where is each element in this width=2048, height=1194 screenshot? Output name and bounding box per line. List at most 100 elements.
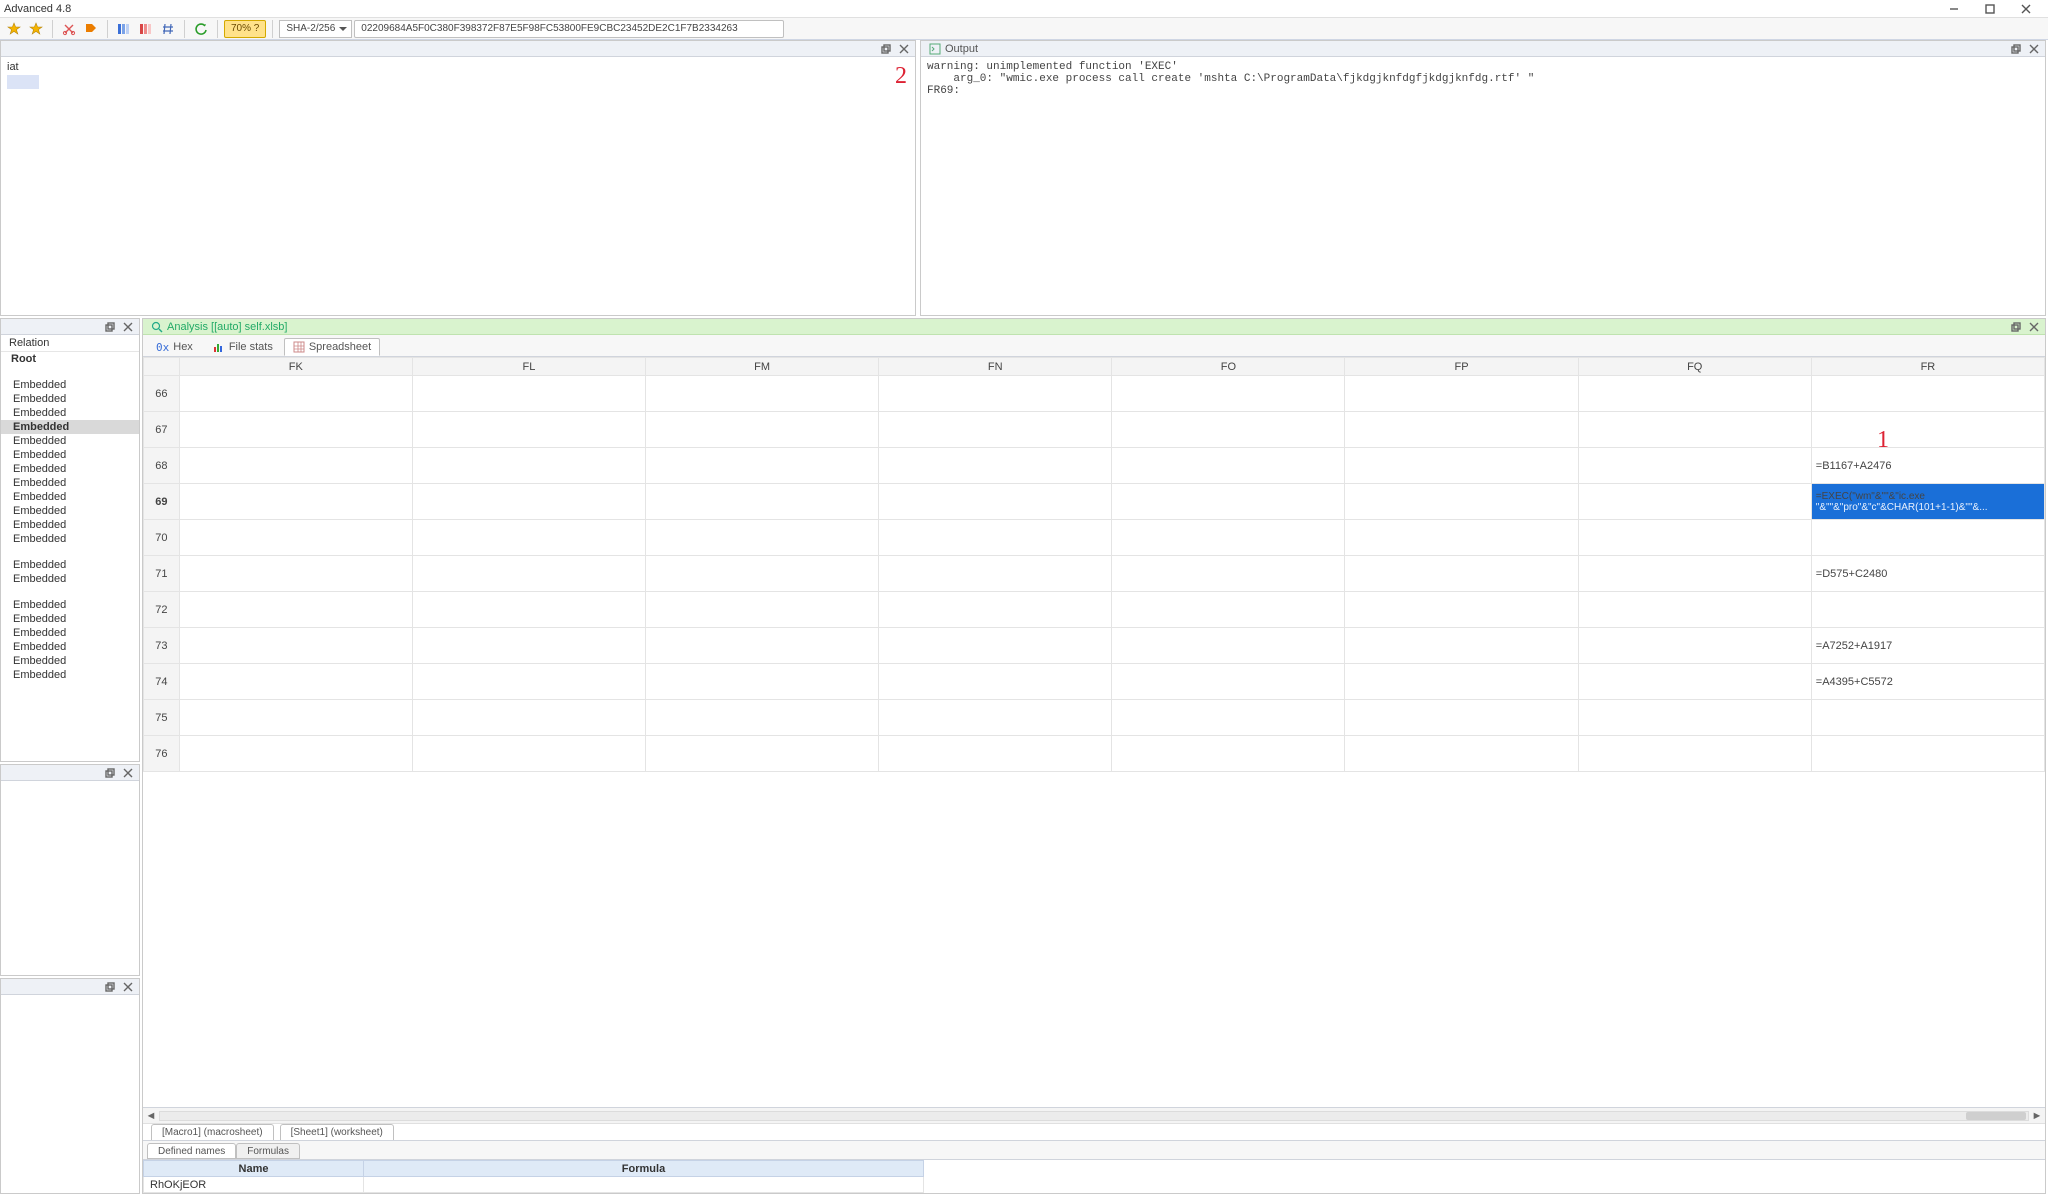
- cell[interactable]: [879, 376, 1112, 412]
- tree-item-embedded[interactable]: Embedded: [1, 518, 139, 532]
- cell[interactable]: [1345, 520, 1578, 556]
- tree-item-embedded[interactable]: Embedded: [1, 448, 139, 462]
- minimize-button[interactable]: [1942, 2, 1966, 16]
- defined-name-cell[interactable]: RhOKjEOR: [144, 1177, 364, 1193]
- cell[interactable]: [179, 736, 412, 772]
- cell[interactable]: [1112, 484, 1345, 520]
- cell[interactable]: [1345, 412, 1578, 448]
- cell[interactable]: [1112, 628, 1345, 664]
- cell[interactable]: [646, 736, 879, 772]
- column-header[interactable]: FL: [412, 358, 645, 376]
- undock-icon[interactable]: [2009, 43, 2023, 55]
- cell[interactable]: [1345, 736, 1578, 772]
- row-header[interactable]: 76: [144, 736, 180, 772]
- cell[interactable]: [1345, 592, 1578, 628]
- tab-defined-names[interactable]: Defined names: [147, 1143, 236, 1159]
- cell[interactable]: [646, 556, 879, 592]
- tree-item-embedded[interactable]: Embedded: [1, 476, 139, 490]
- cell[interactable]: [646, 484, 879, 520]
- tree-item-embedded[interactable]: Embedded: [1, 420, 139, 434]
- scroll-thumb[interactable]: [1966, 1112, 2026, 1120]
- cell[interactable]: [1112, 520, 1345, 556]
- row-header[interactable]: 71: [144, 556, 180, 592]
- star-icon[interactable]: [4, 20, 24, 38]
- undock-icon[interactable]: [103, 321, 117, 333]
- spreadsheet-grid[interactable]: 1 FKFLFMFNFOFPFQFR 666768=B1167+A247669=…: [143, 357, 2045, 1107]
- undock-icon[interactable]: [103, 981, 117, 993]
- cell[interactable]: [1578, 664, 1811, 700]
- cut-icon[interactable]: [59, 20, 79, 38]
- column-header[interactable]: FN: [879, 358, 1112, 376]
- cell[interactable]: [1578, 736, 1811, 772]
- cell[interactable]: [879, 448, 1112, 484]
- cell[interactable]: [412, 448, 645, 484]
- row-header[interactable]: 69: [144, 484, 180, 520]
- cell[interactable]: [1112, 592, 1345, 628]
- row-header[interactable]: 68: [144, 448, 180, 484]
- cell[interactable]: [412, 592, 645, 628]
- cell[interactable]: [1578, 592, 1811, 628]
- row-header[interactable]: 72: [144, 592, 180, 628]
- cell[interactable]: [179, 484, 412, 520]
- cell[interactable]: [179, 664, 412, 700]
- tab-formulas[interactable]: Formulas: [236, 1143, 300, 1159]
- undock-icon[interactable]: [879, 43, 893, 55]
- tree-item-embedded[interactable]: Embedded: [1, 434, 139, 448]
- cell[interactable]: [179, 448, 412, 484]
- column-header[interactable]: FM: [646, 358, 879, 376]
- cell[interactable]: [646, 664, 879, 700]
- tree-item-embedded[interactable]: Embedded: [1, 392, 139, 406]
- cell[interactable]: [646, 592, 879, 628]
- tree-item-embedded[interactable]: Embedded: [1, 654, 139, 668]
- cell[interactable]: [1811, 412, 2044, 448]
- close-button[interactable]: [2014, 2, 2038, 16]
- cell[interactable]: [646, 700, 879, 736]
- cell[interactable]: [1811, 520, 2044, 556]
- cell[interactable]: [412, 700, 645, 736]
- row-header[interactable]: 73: [144, 628, 180, 664]
- tab-hex[interactable]: 0x Hex: [147, 338, 202, 356]
- entropy-indicator[interactable]: 70% ?: [224, 20, 266, 38]
- refresh-icon[interactable]: [191, 20, 211, 38]
- column-header[interactable]: FR: [1811, 358, 2044, 376]
- cell[interactable]: [646, 412, 879, 448]
- cell[interactable]: [879, 628, 1112, 664]
- close-icon[interactable]: [2027, 321, 2041, 333]
- tree-item-embedded[interactable]: Embedded: [1, 462, 139, 476]
- close-icon[interactable]: [121, 321, 135, 333]
- cell[interactable]: [179, 628, 412, 664]
- sheet-tab[interactable]: [Macro1] (macrosheet): [151, 1124, 274, 1140]
- cell[interactable]: =D575+C2480: [1811, 556, 2044, 592]
- row-header[interactable]: 75: [144, 700, 180, 736]
- hash-algo-select[interactable]: SHA-2/256: [279, 20, 352, 38]
- cell[interactable]: [879, 556, 1112, 592]
- cell[interactable]: [179, 592, 412, 628]
- row-header[interactable]: 74: [144, 664, 180, 700]
- tab-spreadsheet[interactable]: Spreadsheet: [284, 338, 380, 356]
- tree-item-embedded[interactable]: Embedded: [1, 558, 139, 572]
- close-icon[interactable]: [121, 981, 135, 993]
- hash-icon[interactable]: [158, 20, 178, 38]
- cell[interactable]: [879, 700, 1112, 736]
- tree-item-embedded[interactable]: Embedded: [1, 640, 139, 654]
- cell[interactable]: [1578, 520, 1811, 556]
- cell[interactable]: [879, 592, 1112, 628]
- cell[interactable]: [412, 520, 645, 556]
- cell[interactable]: [1578, 376, 1811, 412]
- close-icon[interactable]: [2027, 43, 2041, 55]
- undock-icon[interactable]: [103, 767, 117, 779]
- cell[interactable]: [1811, 736, 2044, 772]
- bars-red-icon[interactable]: [136, 20, 156, 38]
- column-header[interactable]: FK: [179, 358, 412, 376]
- tree-item-embedded[interactable]: Embedded: [1, 504, 139, 518]
- cell[interactable]: [412, 664, 645, 700]
- cell[interactable]: [1578, 628, 1811, 664]
- cell[interactable]: [1578, 700, 1811, 736]
- col-header-formula[interactable]: Formula: [364, 1161, 924, 1177]
- tree-item-embedded[interactable]: Embedded: [1, 572, 139, 586]
- cell[interactable]: [1345, 556, 1578, 592]
- tag-icon[interactable]: [81, 20, 101, 38]
- tree-item-embedded[interactable]: Embedded: [1, 612, 139, 626]
- bars-blue-icon[interactable]: [114, 20, 134, 38]
- cell[interactable]: [412, 628, 645, 664]
